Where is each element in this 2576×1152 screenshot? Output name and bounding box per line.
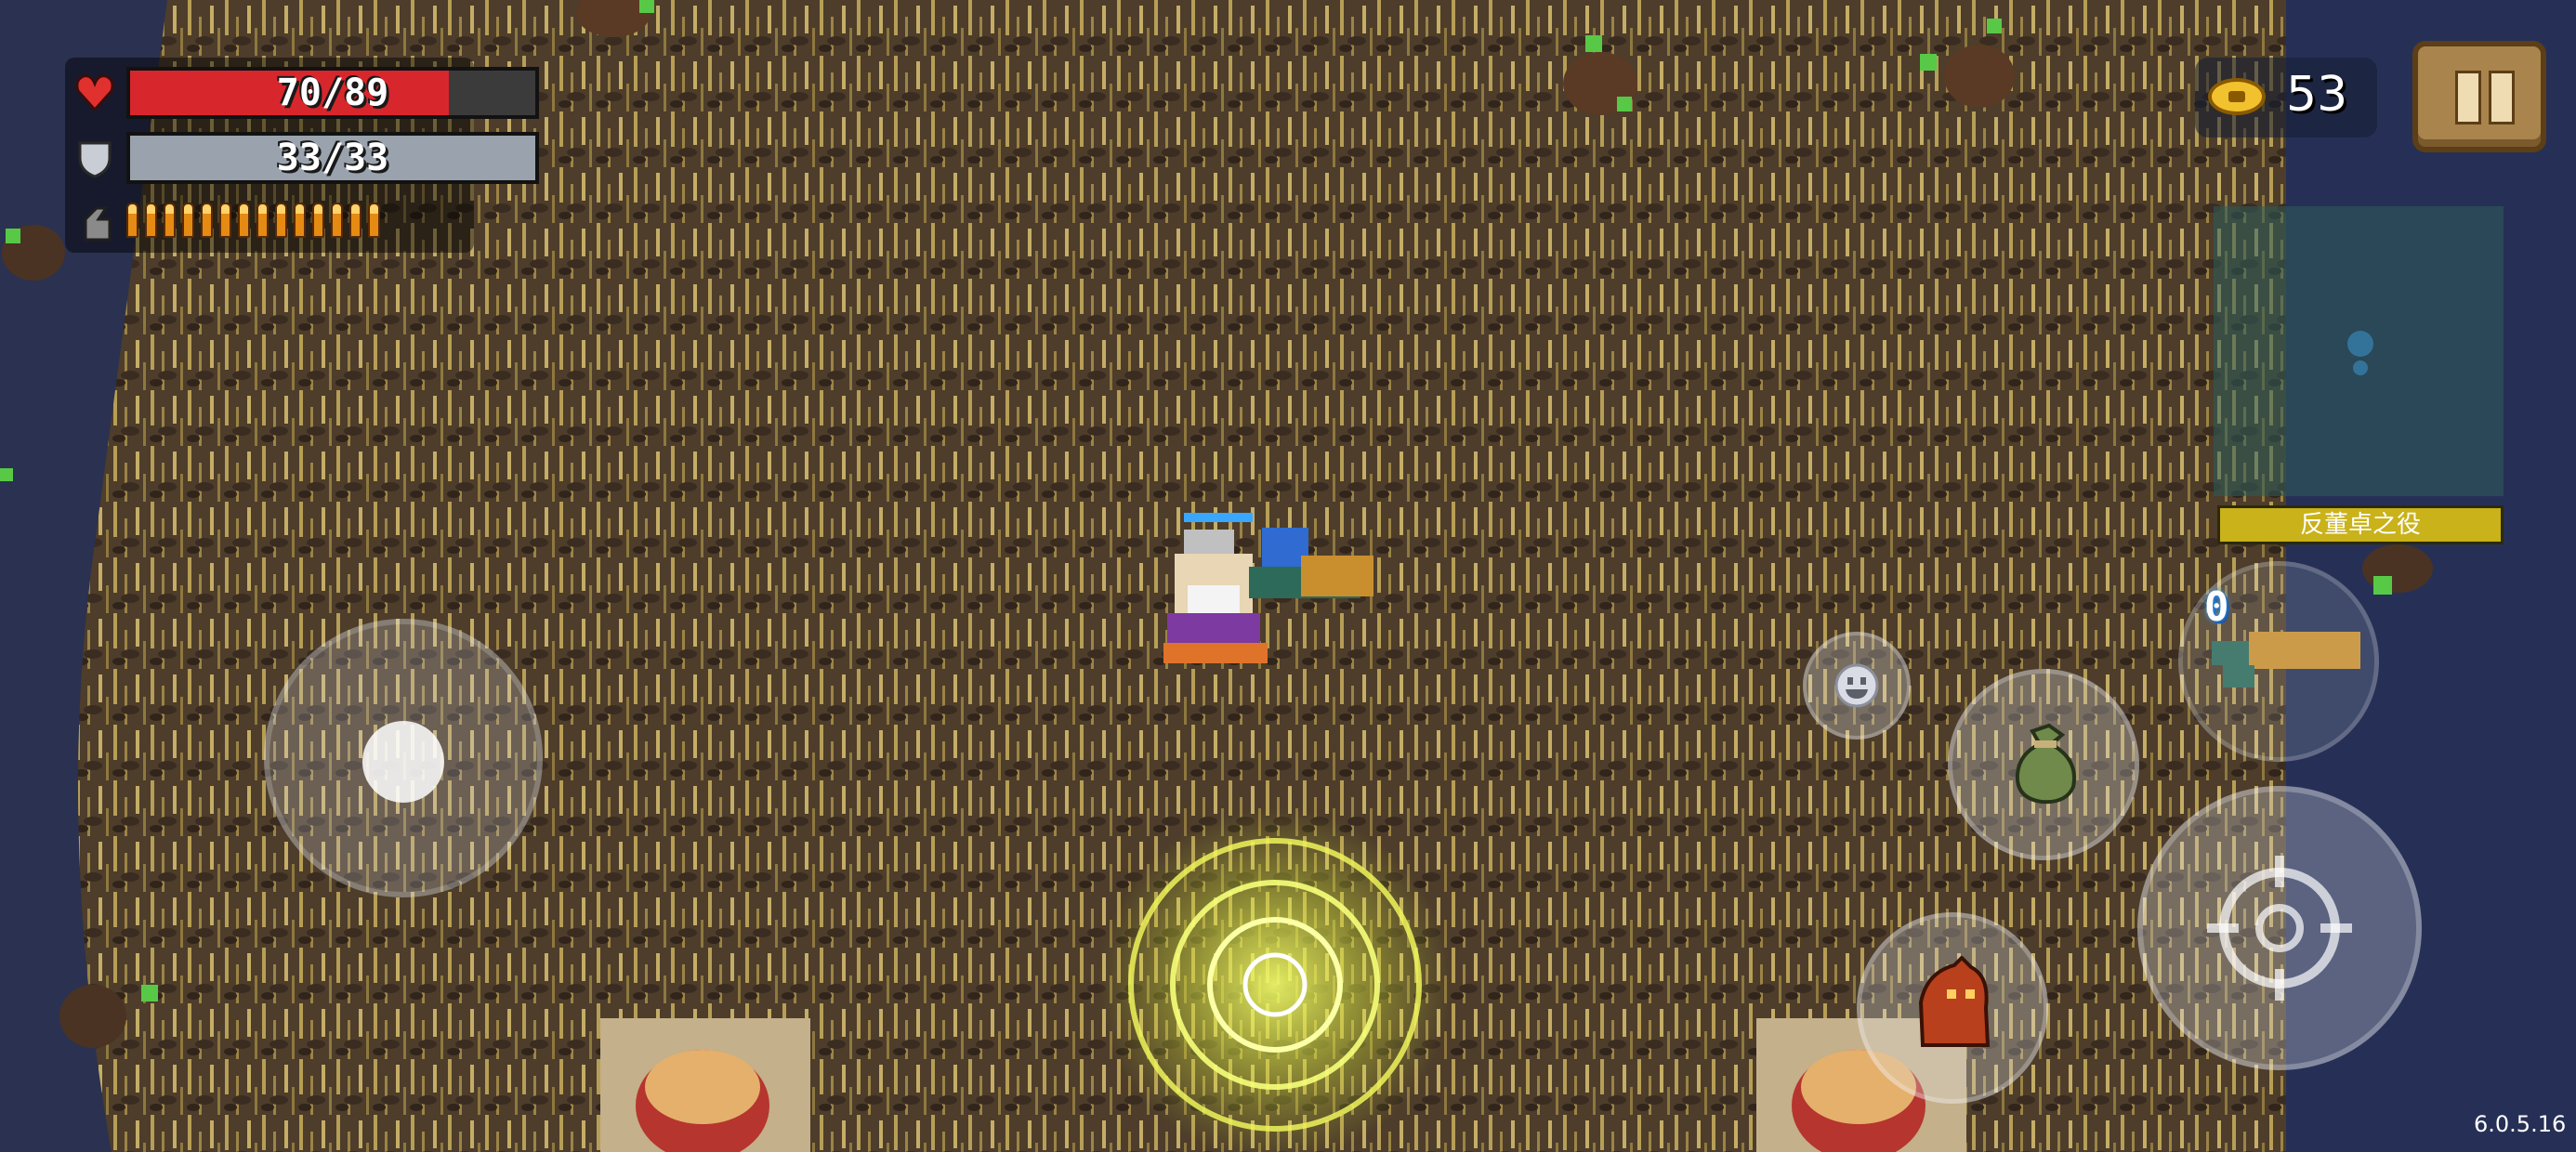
move-joystick[interactable] [264,619,543,897]
version-label: 6.0.5.16 [2474,1111,2567,1137]
tree-stump [59,985,126,1048]
joystick-knob[interactable] [362,721,444,803]
armor-bar: 33/33 [74,132,539,184]
energy-icon [84,206,112,242]
tree-stump [2362,544,2433,593]
energy-bullet [201,203,213,238]
shield-icon [78,141,112,178]
attack-button[interactable] [2137,786,2422,1070]
green-particle [6,229,20,243]
pause-icon [2489,71,2515,124]
energy-bullet [275,203,287,238]
energy-bullet [238,203,250,238]
crosshair-icon [2207,856,2352,1001]
emote-button[interactable] [1803,632,1911,740]
green-particle [1617,97,1632,111]
energy-bullet [182,203,194,238]
green-particle [2373,576,2392,595]
skill-button[interactable] [1857,912,2048,1104]
minimap[interactable] [2214,206,2504,496]
green-particle [1920,54,1937,71]
coin-counter: 53 [2195,58,2377,137]
energy-bullet [331,203,343,238]
energy-bullet [349,203,361,238]
emote-icon [1834,663,1879,708]
energy-bullet [219,203,231,238]
green-particle [1987,19,2002,33]
skill-icon [1918,956,1991,1047]
energy-bullet [126,203,138,238]
heart-icon [75,74,114,112]
bag-icon [2015,723,2076,805]
health-text: 70/89 [276,72,389,114]
portal-vortex [1098,808,1452,1152]
energy-bullet [164,203,176,238]
pause-icon [2455,71,2481,124]
coin-count: 53 [2286,67,2348,123]
energy-bullet [145,203,157,238]
weapon-ammo-count: 0 [2204,583,2229,631]
green-particle [639,0,654,13]
health-track: 70/89 [126,67,539,119]
green-particle [1585,35,1602,52]
green-particle [141,985,158,1001]
energy-bullet [294,203,306,238]
item-button[interactable] [1948,669,2139,860]
armor-track: 33/33 [126,132,539,184]
energy-bullet [256,203,269,238]
drum [645,1050,760,1124]
energy-bullet [368,203,380,238]
coin-icon [2208,78,2266,115]
energy-bullet [312,203,324,238]
pause-button[interactable] [2412,41,2546,152]
quest-label: 反董卓之役 [2217,505,2504,544]
health-bar: 70/89 [74,67,539,119]
tree-stump [1944,45,2015,108]
energy-bar [126,203,387,243]
armor-text: 33/33 [276,137,389,179]
green-particle [0,468,13,481]
